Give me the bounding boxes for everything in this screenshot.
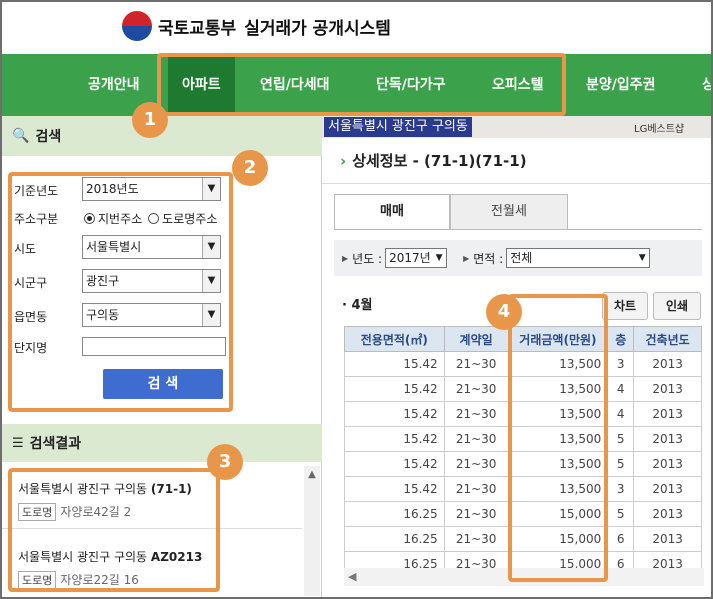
map-poi-label: LG베스트샵 [634, 124, 685, 135]
results-title: 검색결과 [29, 436, 82, 452]
chevron-down-icon: ▼ [435, 253, 443, 263]
table-cell: 15.42 [344, 451, 445, 477]
system-name: 실거래가 공개시스템 [244, 18, 391, 39]
tab-sale[interactable]: 매매 [334, 194, 450, 230]
table-cell: 21~30 [443, 476, 509, 502]
nav-item-info[interactable]: 공개안내 [88, 54, 140, 116]
table-cell: 21~30 [443, 526, 509, 552]
table-cell: 6 [607, 526, 635, 552]
tab-rent[interactable]: 전월세 [450, 194, 568, 230]
chart-button[interactable]: 차트 [602, 292, 648, 320]
chevron-down-icon: ▼ [638, 253, 646, 263]
table-cell: 2013 [633, 476, 702, 502]
table-cell: 5 [607, 501, 635, 527]
chevron-left-icon[interactable]: ◀ [348, 568, 356, 586]
site-logo[interactable]: 국토교통부 실거래가 공개시스템 [122, 11, 391, 41]
table-cell: 21~30 [443, 351, 509, 377]
table-cell: 15.42 [344, 401, 445, 427]
nav-item-more[interactable]: 상 [702, 54, 711, 116]
left-panel: 🔍 검색 기준년도 2018년도 ▼ 주소구분 지번주소 도로명주소 시도 서울… [2, 116, 322, 597]
table-cell: 15.42 [344, 376, 445, 402]
table-cell: 2013 [633, 351, 702, 377]
table-cell: 21~30 [443, 426, 509, 452]
org-name: 국토교통부 [158, 18, 237, 39]
table-cell: 3 [607, 351, 635, 377]
step-badge-1: 1 [132, 102, 168, 138]
triangle-right-icon: ▶ [342, 253, 349, 263]
table-cell: 21~30 [443, 376, 509, 402]
table-cell: 2013 [633, 376, 702, 402]
month-label: · 4월 [342, 298, 373, 313]
search-icon: 🔍 [12, 128, 30, 144]
taegeuk-logo-icon [122, 11, 152, 41]
detail-title: 상세정보 - (71-1)(71-1) [352, 152, 527, 170]
table-cell: 15.42 [344, 351, 445, 377]
site-header: 국토교통부 실거래가 공개시스템 [2, 2, 711, 54]
highlight-box-nav [157, 53, 566, 116]
map-location-label: 서울특별시 광진구 구의동 [324, 117, 472, 137]
year-filter-label: 년도 : [352, 251, 383, 266]
list-icon: ☰ [12, 435, 24, 451]
highlight-box-price [508, 294, 608, 582]
table-cell: 21~30 [443, 401, 509, 427]
table-cell: 15.42 [344, 426, 445, 452]
step-badge-4: 4 [486, 294, 522, 330]
step-badge-2: 2 [232, 150, 268, 186]
search-title: 검색 [35, 129, 62, 145]
triangle-right-icon: ▶ [463, 253, 470, 263]
table-cell: 16.25 [344, 501, 445, 527]
table-cell: 4 [607, 376, 635, 402]
window-frame: 국토교통부 실거래가 공개시스템 공개안내 아파트 연립/다세대 단독/다가구 … [0, 0, 713, 599]
table-cell: 5 [607, 426, 635, 452]
results-section-header: ☰ 검색결과 [2, 424, 322, 462]
table-cell: 21~30 [443, 451, 509, 477]
table-cell: 2013 [633, 401, 702, 427]
column-header: 계약일 [443, 326, 509, 352]
table-cell: 16.25 [344, 526, 445, 552]
table-cell: 2013 [633, 426, 702, 452]
chevron-up-icon[interactable]: ▲ [304, 466, 320, 484]
table-cell: 2013 [633, 526, 702, 552]
table-cell: 21~30 [443, 501, 509, 527]
results-scrollbar[interactable]: ▲ [304, 466, 320, 596]
year-filter-select[interactable]: 2017년 ▼ [385, 248, 448, 268]
table-cell: 2013 [633, 451, 702, 477]
highlight-box-results [8, 468, 220, 592]
print-button[interactable]: 인쇄 [653, 292, 701, 320]
right-panel: 서울특별시 광진구 구의동 LG베스트샵 › 상세정보 - (71-1)(71-… [322, 116, 711, 597]
area-filter-label: 면적 : [473, 251, 504, 266]
table-cell: 15.42 [344, 476, 445, 502]
table-cell: 2013 [633, 501, 702, 527]
column-header: 전용면적(㎡) [344, 326, 445, 352]
map-strip[interactable]: 서울특별시 광진구 구의동 LG베스트샵 [322, 116, 711, 138]
highlight-box-form [8, 172, 233, 412]
table-cell: 3 [607, 476, 635, 502]
detail-header: › 상세정보 - (71-1)(71-1) [322, 138, 711, 184]
column-header: 건축년도 [633, 326, 702, 352]
table-cell: 5 [607, 451, 635, 477]
area-filter-select[interactable]: 전체 ▼ [506, 248, 651, 268]
filter-bar: ▶ 년도 : 2017년 ▼ ▶ 면적 : 전체 ▼ [334, 240, 702, 276]
nav-item-presale[interactable]: 분양/입주권 [586, 54, 656, 116]
column-header: 층 [607, 326, 635, 352]
step-badge-3: 3 [207, 444, 243, 480]
table-cell: 4 [607, 401, 635, 427]
chevron-right-icon: › [340, 151, 347, 170]
